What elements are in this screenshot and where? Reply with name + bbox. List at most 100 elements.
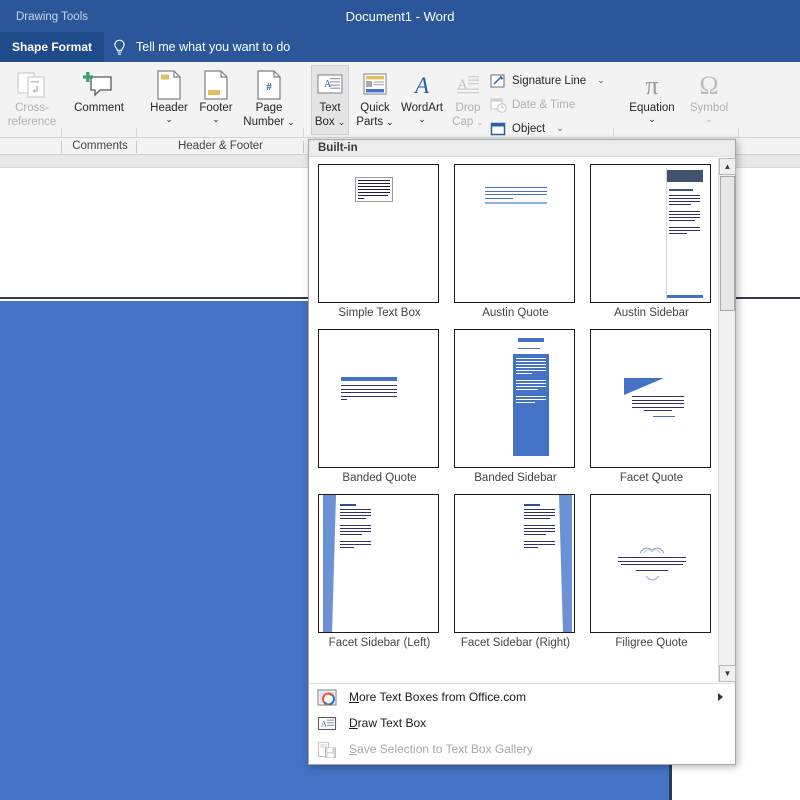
gallery-item-facet-sidebar-right[interactable]: Facet Sidebar (Right) <box>454 494 577 649</box>
tell-me-label: Tell me what you want to do <box>136 40 291 54</box>
symbol-button[interactable]: Ω Symbol ⌄ <box>683 66 735 134</box>
gallery-item-label: Austin Quote <box>482 307 549 319</box>
menu-item-label: Draw Text Box <box>349 716 426 730</box>
thumbnail-facet-sidebar-right <box>454 494 575 633</box>
svg-text:A: A <box>321 719 327 728</box>
menu-item-accelerator: S <box>349 742 358 756</box>
gallery-item-label: Facet Sidebar (Right) <box>460 637 571 649</box>
chevron-down-icon[interactable]: ⌄ <box>386 118 394 127</box>
save-selection-icon <box>317 740 337 759</box>
quick-parts-label-1: Quick <box>360 102 390 114</box>
menu-item-accelerator: M <box>349 690 359 704</box>
menu-item-text: raw Text Box <box>357 716 427 730</box>
date-time-label: Date & Time <box>512 98 576 111</box>
text-box-button[interactable]: A Text Box ⌄ <box>311 65 349 135</box>
gallery-item-label: Facet Quote <box>619 472 684 484</box>
chevron-down-icon[interactable]: ⌄ <box>165 115 173 124</box>
scroll-up-button[interactable]: ▲ <box>719 158 736 175</box>
scroll-down-button[interactable]: ▼ <box>719 665 736 682</box>
drop-cap-button[interactable]: A Drop Cap ⌄ <box>446 66 490 134</box>
equation-pi-icon: π <box>637 69 667 101</box>
dropdown-menu-items: More Text Boxes from Office.com A Draw T… <box>309 684 735 762</box>
gallery-item-label: Banded Quote <box>342 472 417 484</box>
object-button[interactable]: Object ⌄ <box>490 118 564 139</box>
text-box-icon: A <box>317 69 343 101</box>
header-icon <box>156 69 182 101</box>
thumbnail-facet-sidebar-left <box>318 494 439 633</box>
comment-button[interactable]: Comment <box>70 66 128 122</box>
gallery-item-label: Simple Text Box <box>338 307 421 319</box>
gallery-item-label: Austin Sidebar <box>614 307 689 319</box>
chevron-down-icon[interactable]: ⌄ <box>648 115 656 124</box>
chevron-down-icon[interactable]: ⌄ <box>418 115 426 124</box>
group-label-comments: Comments <box>72 140 128 152</box>
drop-cap-label-2: Cap <box>452 116 474 128</box>
signature-line-button[interactable]: Signature Line ⌄ <box>490 70 605 91</box>
thumbnail-banded-sidebar <box>454 329 575 468</box>
menu-item-draw-text-box[interactable]: A Draw Text Box <box>309 710 735 736</box>
gallery-item-banded-sidebar[interactable]: Banded Sidebar <box>454 329 577 484</box>
draw-text-box-icon: A <box>317 714 337 733</box>
word-window: Document1 - Word Drawing Tools Shape For… <box>0 0 800 800</box>
gallery-item-simple-text-box[interactable]: Simple Text Box <box>318 164 441 319</box>
gallery-section-header: Built-in <box>309 140 735 157</box>
cross-reference-icon <box>17 69 47 101</box>
date-time-button[interactable]: Date & Time <box>490 94 575 115</box>
thumbnail-filigree-quote <box>590 494 711 633</box>
gallery-item-austin-sidebar[interactable]: Austin Sidebar <box>590 164 713 319</box>
label-separator <box>136 141 137 153</box>
text-box-label-1: Text <box>319 102 341 114</box>
text-box-gallery: Simple Text Box Austin Quote Austin Side… <box>309 158 718 682</box>
wordart-button[interactable]: A WordArt ⌄ <box>398 66 446 134</box>
chevron-down-icon[interactable]: ⌄ <box>597 75 605 86</box>
drop-cap-label-1: Drop <box>455 102 481 114</box>
cross-reference-label-1: Cross- <box>15 102 49 114</box>
gallery-item-facet-sidebar-left[interactable]: Facet Sidebar (Left) <box>318 494 441 649</box>
chevron-down-icon[interactable]: ⌄ <box>338 118 346 127</box>
contextual-tab-group: Drawing Tools Shape Format <box>0 0 104 62</box>
gallery-item-filigree-quote[interactable]: Filigree Quote <box>590 494 713 649</box>
tab-shape-format[interactable]: Shape Format <box>0 32 104 62</box>
gallery-item-facet-quote[interactable]: Facet Quote <box>590 329 713 484</box>
chevron-down-icon[interactable]: ⌄ <box>287 118 295 127</box>
page-number-button[interactable]: # Page Number ⌄ <box>239 66 299 134</box>
thumbnail-banded-quote <box>318 329 439 468</box>
gallery-item-austin-quote[interactable]: Austin Quote <box>454 164 577 319</box>
header-button[interactable]: Header ⌄ <box>145 66 193 134</box>
menu-item-more-text-boxes[interactable]: More Text Boxes from Office.com <box>309 684 735 710</box>
quick-parts-button[interactable]: Quick Parts ⌄ <box>352 66 398 134</box>
gallery-item-banded-quote[interactable]: Banded Quote <box>318 329 441 484</box>
chevron-down-icon[interactable]: ⌄ <box>212 115 220 124</box>
thumbnail-facet-quote <box>590 329 711 468</box>
comment-label: Comment <box>74 102 124 114</box>
wordart-icon: A <box>409 69 435 101</box>
symbol-omega-icon: Ω <box>694 69 724 101</box>
ribbon: Cross- reference Comment Header ⌄ Footer… <box>0 62 800 198</box>
tell-me-box[interactable]: Tell me what you want to do <box>112 34 290 60</box>
gallery-item-label: Facet Sidebar (Left) <box>328 637 431 649</box>
cross-reference-button[interactable]: Cross- reference <box>6 66 58 136</box>
svg-text:#: # <box>266 81 272 93</box>
scrollbar-thumb[interactable] <box>720 176 735 311</box>
page-number-label-2: Number <box>243 116 285 128</box>
gallery-scrollbar[interactable]: ▲ ▼ <box>718 158 736 682</box>
submenu-arrow-icon <box>718 693 723 701</box>
menu-item-label: More Text Boxes from Office.com <box>349 690 526 704</box>
object-icon <box>490 121 507 137</box>
document-title: Document1 - Word <box>345 9 455 24</box>
svg-text:π: π <box>645 71 658 100</box>
object-label: Object <box>512 122 546 135</box>
chevron-down-icon[interactable]: ⌄ <box>476 118 484 127</box>
page-number-icon: # <box>256 69 282 101</box>
drop-cap-icon: A <box>455 69 481 101</box>
menu-item-accelerator: D <box>349 716 358 730</box>
chevron-down-icon[interactable]: ⌄ <box>705 115 713 124</box>
lightbulb-icon <box>112 39 127 56</box>
gallery-item-label: Filigree Quote <box>615 637 688 649</box>
footer-button[interactable]: Footer ⌄ <box>192 66 240 134</box>
title-bar: Document1 - Word Drawing Tools Shape For… <box>0 0 800 62</box>
equation-button[interactable]: π Equation ⌄ <box>621 66 683 134</box>
date-time-icon <box>490 97 507 113</box>
chevron-down-icon[interactable]: ⌄ <box>556 123 564 134</box>
label-separator <box>303 141 304 153</box>
